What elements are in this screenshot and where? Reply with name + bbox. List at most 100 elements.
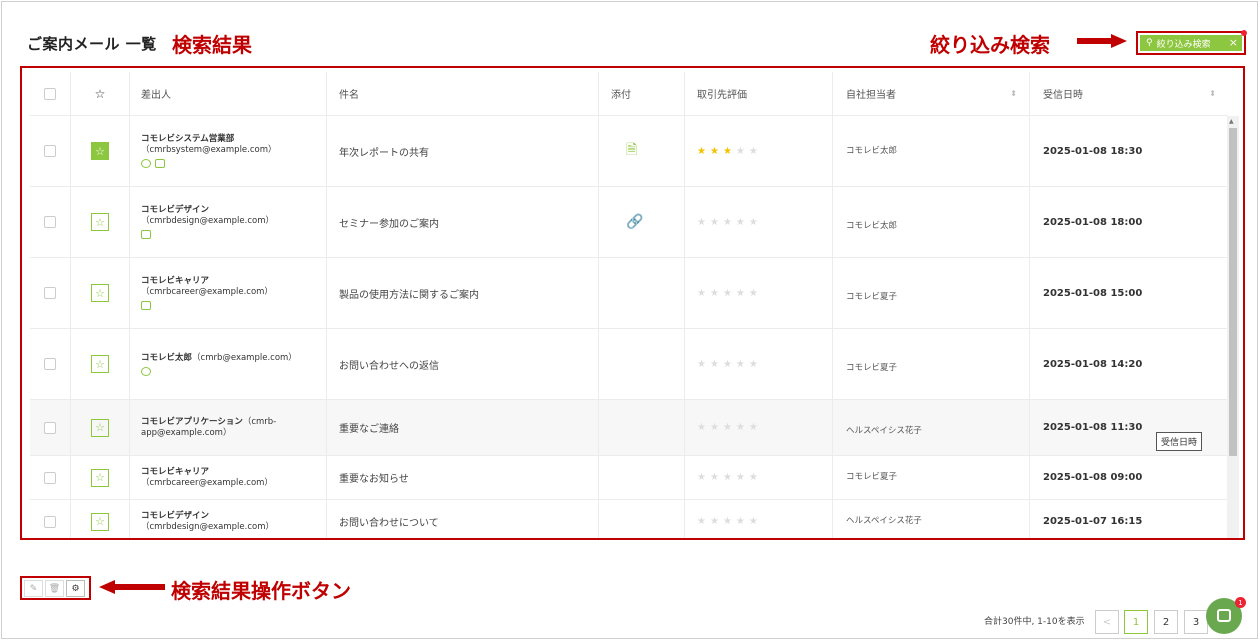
- annotation-results: 検索結果: [172, 33, 252, 57]
- sender-name: コモレビキャリア: [141, 466, 210, 477]
- chat-button[interactable]: 1: [1206, 597, 1246, 634]
- table-scrollbar[interactable]: ▲: [1227, 116, 1239, 538]
- chat-badge: 1: [1235, 597, 1246, 608]
- settings-icon[interactable]: ⚙: [66, 580, 85, 597]
- row-checkbox[interactable]: [44, 358, 56, 370]
- col-subject[interactable]: 件名: [327, 72, 599, 115]
- received-date: 2025-01-08 11:30: [1043, 422, 1143, 433]
- sender-email: （cmrb@example.com）: [192, 352, 297, 363]
- filter-label: 絞り込み検索: [1156, 39, 1211, 50]
- scroll-up-icon[interactable]: ▲: [1229, 118, 1234, 125]
- col-rating[interactable]: 取引先評価: [685, 72, 833, 115]
- favorite-star-icon[interactable]: ☆: [91, 355, 109, 373]
- sort-icon[interactable]: ⬍: [1209, 89, 1216, 98]
- link-icon[interactable]: 🔗: [626, 214, 643, 230]
- sender-name: コモレビシステム営業部: [141, 134, 235, 144]
- received-date: 2025-01-07 16:15: [1043, 516, 1143, 527]
- subject-link[interactable]: 重要なご連絡: [339, 420, 399, 435]
- row-checkbox[interactable]: [44, 421, 56, 434]
- arrow-right-icon: [1077, 34, 1127, 48]
- pager-page-3[interactable]: 3: [1184, 610, 1208, 634]
- favorite-star-icon[interactable]: ☆: [91, 142, 109, 160]
- row-checkbox[interactable]: [44, 471, 56, 484]
- subject-link[interactable]: 重要なお知らせ: [339, 470, 409, 485]
- pager-prev-button[interactable]: <: [1095, 610, 1119, 634]
- table-row[interactable]: ☆ コモレビ太郎（cmrb@example.com） お問い合わせへの返信 ★★★★★…: [30, 329, 1228, 400]
- star-header-icon: ☆: [94, 86, 106, 101]
- mail-icon: [155, 159, 165, 168]
- trash-icon[interactable]: 🗑: [45, 580, 64, 597]
- sort-icon[interactable]: ⬍: [1010, 89, 1017, 98]
- result-ops-toolbar: ✎ 🗑 ⚙: [20, 576, 91, 600]
- chat-bubble-icon: [141, 366, 151, 376]
- subject-link[interactable]: お問い合わせへの返信: [339, 357, 439, 372]
- annotation-filter: 絞り込み検索: [930, 33, 1050, 57]
- rating-stars: ★★★★★: [697, 516, 762, 527]
- tooltip: 受信日時: [1156, 432, 1203, 451]
- col-owner[interactable]: 自社担当者 ⬍: [833, 72, 1030, 115]
- owner-name: ヘルスペイシス花子: [846, 516, 922, 526]
- owner-name: コモレビ太郎: [846, 146, 898, 156]
- favorite-star-icon[interactable]: ☆: [91, 512, 109, 531]
- favorite-star-icon[interactable]: ☆: [91, 213, 109, 231]
- chat-icon: [1217, 609, 1231, 622]
- subject-link[interactable]: 年次レポートの共有: [339, 144, 429, 159]
- sender-name: コモレビキャリア: [141, 276, 210, 286]
- favorite-star-icon[interactable]: ☆: [91, 418, 109, 437]
- document-icon[interactable]: 🗎: [626, 139, 637, 163]
- close-icon[interactable]: ×: [1229, 36, 1238, 49]
- subject-link[interactable]: お問い合わせについて: [339, 514, 439, 529]
- filter-search-button[interactable]: ⚲ 絞り込み検索 ×: [1140, 35, 1242, 51]
- select-all-checkbox[interactable]: [44, 87, 56, 100]
- owner-name: コモレビ夏子: [846, 363, 898, 373]
- arrow-left-icon: [99, 580, 165, 594]
- rating-stars: ★★★★★: [697, 358, 762, 370]
- annotation-ops: 検索結果操作ボタン: [171, 579, 351, 603]
- sender-name: コモレビ太郎: [141, 352, 193, 363]
- owner-name: コモレビ太郎: [846, 221, 898, 231]
- pager-summary: 合計30件中, 1-10を表示: [984, 617, 1085, 627]
- sender-email: （cmrbdesign@example.com）: [141, 521, 274, 532]
- rating-stars: ★★★★★: [697, 422, 762, 433]
- row-checkbox[interactable]: [44, 145, 56, 157]
- row-checkbox[interactable]: [44, 515, 56, 528]
- owner-name: コモレビ夏子: [846, 292, 898, 302]
- table-row[interactable]: ☆ コモレビデザイン（cmrbdesign@example.com） セミナー参加の…: [30, 187, 1228, 258]
- col-attachment[interactable]: 添付: [599, 72, 685, 115]
- sender-name: コモレビデザイン: [141, 205, 210, 215]
- subject-link[interactable]: セミナー参加のご案内: [339, 215, 439, 230]
- page-title: ご案内メール 一覧: [27, 35, 157, 53]
- table-row[interactable]: ☆ コモレビキャリア（cmrbcareer@example.com） 重要なお知らせ…: [30, 456, 1228, 500]
- received-date: 2025-01-08 18:00: [1043, 216, 1143, 228]
- owner-name: ヘルスペイシス花子: [846, 426, 922, 436]
- results-table-frame: ☆ 差出人 件名 添付 取引先評価 自社担当者 ⬍ 受信日時 ⬍ ☆ コモレビシステム…: [20, 66, 1245, 540]
- sender-email: （cmrbsystem@example.com）: [141, 145, 277, 155]
- rating-stars: ★★★★★: [697, 287, 762, 299]
- owner-name: コモレビ夏子: [846, 472, 898, 482]
- filter-highlight: ⚲ 絞り込み検索 ×: [1136, 30, 1247, 55]
- pager-page-2[interactable]: 2: [1154, 610, 1178, 634]
- sender-name: コモレビデザイン: [141, 510, 210, 521]
- received-date: 2025-01-08 09:00: [1043, 472, 1143, 483]
- subject-link[interactable]: 製品の使用方法に関するご案内: [339, 286, 479, 301]
- col-date[interactable]: 受信日時 ⬍: [1030, 72, 1228, 115]
- chat-bubble-icon: [141, 159, 151, 168]
- table-row[interactable]: ☆ コモレビキャリア（cmrbcareer@example.com） 製品の使用方法…: [30, 258, 1228, 329]
- table-row[interactable]: ☆ コモレビアプリケーション（cmrb-app@example.com） 重要なご連…: [30, 400, 1228, 456]
- row-checkbox[interactable]: [44, 287, 56, 299]
- rating-stars: ★★★★★: [697, 472, 762, 483]
- table-header: ☆ 差出人 件名 添付 取引先評価 自社担当者 ⬍ 受信日時 ⬍: [30, 72, 1228, 116]
- row-checkbox[interactable]: [44, 216, 56, 228]
- table-row[interactable]: ☆ コモレビシステム営業部（cmrbsystem@example.com） 年次レポ…: [30, 116, 1228, 187]
- table-row[interactable]: ☆ コモレビデザイン（cmrbdesign@example.com） お問い合わせに…: [30, 500, 1228, 538]
- edit-icon[interactable]: ✎: [24, 580, 43, 597]
- mail-icon: [141, 230, 151, 239]
- col-sender[interactable]: 差出人: [130, 72, 327, 115]
- received-date: 2025-01-08 15:00: [1043, 287, 1143, 299]
- sender-email: （cmrbdesign@example.com）: [141, 216, 274, 226]
- pager-page-1[interactable]: 1: [1124, 610, 1148, 634]
- scroll-thumb[interactable]: [1229, 128, 1237, 456]
- favorite-star-icon[interactable]: ☆: [91, 468, 109, 487]
- favorite-star-icon[interactable]: ☆: [91, 284, 109, 302]
- sender-email: （cmrbcareer@example.com）: [141, 287, 273, 297]
